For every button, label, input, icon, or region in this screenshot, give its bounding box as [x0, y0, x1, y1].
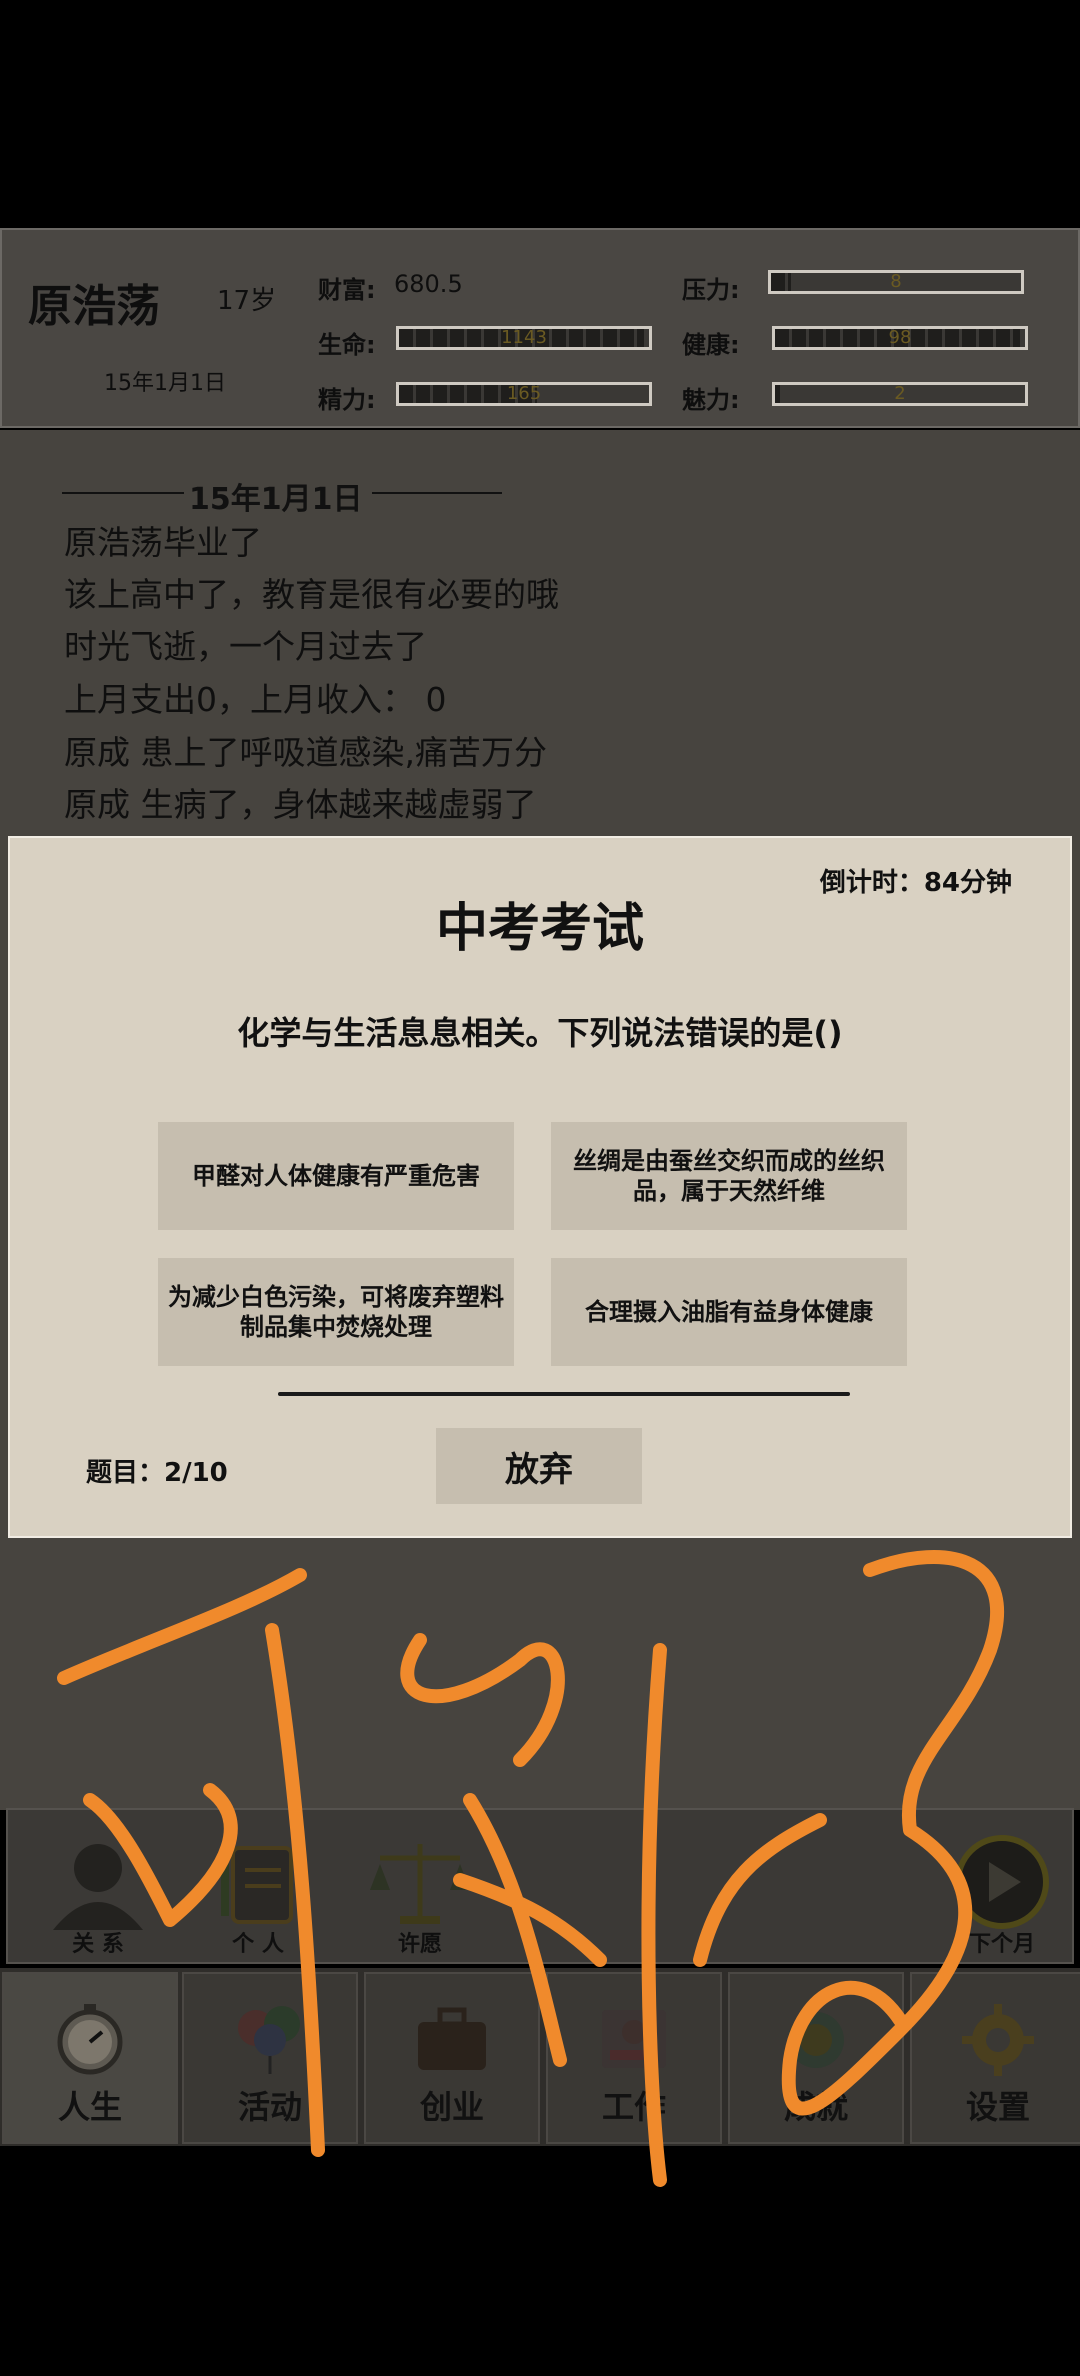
exam-title: 中考考试	[435, 899, 644, 959]
log-line: 原成 患上了呼吸道感染,痛苦万分	[64, 733, 547, 772]
nav-settings-label: 设置	[965, 2088, 1030, 2126]
log-line: 时光飞逝，一个月过去了	[64, 627, 427, 666]
stats-panel: 原浩荡 17岁 15年1月1日 财富: 680.5 生命: 1143 精力: 1…	[0, 228, 1080, 428]
stress-bar-value: 8	[890, 271, 902, 292]
answer-option-b[interactable]: 丝绸是由蚕丝交织而成的丝织品，属于天然纤维	[551, 1122, 907, 1230]
log-line: 上月支出0，上月收入： 0	[64, 680, 447, 719]
energy-label: 精力:	[318, 386, 376, 414]
exam-question: 化学与生活息息相关。下列说法错误的是()	[237, 1014, 843, 1052]
life-bar: 1143	[396, 326, 652, 350]
energy-bar-value: 165	[506, 383, 542, 404]
medal-icon	[788, 2012, 844, 2068]
wish-button[interactable]: 许愿	[360, 1834, 480, 1958]
nav-life-label: 人生	[57, 2088, 122, 2126]
stress-label: 压力:	[682, 276, 740, 304]
life-label: 生命:	[318, 331, 376, 359]
energy-bar: 165	[396, 382, 652, 406]
relations-button[interactable]: 关 系	[38, 1834, 158, 1958]
exam-dialog: 倒计时：84分钟 中考考试 化学与生活息息相关。下列说法错误的是() 甲醛对人体…	[8, 836, 1072, 1538]
health-label: 健康:	[682, 331, 740, 359]
divider	[278, 1392, 850, 1396]
game-date: 15年1月1日	[104, 371, 226, 396]
charm-bar: 2	[772, 382, 1028, 406]
player-name: 原浩荡	[28, 281, 160, 332]
bottom-nav: 人生 活动 创业 工作 成就 设置	[0, 1968, 1080, 2146]
notebook-icon	[221, 1846, 293, 1924]
question-counter: 题目：2/10	[86, 1458, 228, 1488]
nav-settings[interactable]: 设置	[910, 1972, 1080, 2144]
scales-icon	[370, 1844, 470, 1924]
nav-activity-label: 活动	[237, 2088, 302, 2126]
log-line: 该上高中了，教育是很有必要的哦	[64, 575, 559, 614]
answer-option-d[interactable]: 合理摄入油脂有益身体健康	[551, 1258, 907, 1366]
next-month-button[interactable]: 下个月	[942, 1834, 1062, 1958]
action-toolbar: 关 系 个 人 许愿 下个月	[6, 1808, 1074, 1964]
relations-label: 关 系	[72, 1932, 124, 1957]
stopwatch-icon	[57, 2004, 123, 2075]
log-date-text: 15年1月1日	[189, 482, 363, 517]
wealth-value: 680.5	[394, 270, 463, 298]
nav-work[interactable]: 工作	[546, 1972, 722, 2144]
wealth-label: 财富:	[318, 276, 376, 304]
health-bar: 98	[772, 326, 1028, 350]
personal-label: 个 人	[232, 1932, 284, 1957]
balloons-icon	[238, 2006, 300, 2074]
next-month-label: 下个月	[968, 1932, 1035, 1957]
answer-option-c[interactable]: 为减少白色污染，可将废弃塑料制品集中焚烧处理	[158, 1258, 514, 1366]
log-line: 原成 生病了，身体越来越虚弱了	[64, 785, 537, 824]
person-icon	[53, 1844, 143, 1930]
wish-label: 许愿	[397, 1932, 442, 1957]
answer-option-a[interactable]: 甲醛对人体健康有严重危害	[158, 1122, 514, 1230]
personal-button[interactable]: 个 人	[198, 1834, 318, 1958]
nav-achievement-label: 成就	[783, 2088, 848, 2126]
gear-icon	[962, 2004, 1034, 2076]
play-icon	[955, 1835, 1049, 1929]
life-bar-value: 1143	[501, 327, 547, 348]
log-line: 原浩荡毕业了	[64, 523, 262, 562]
charm-label: 魅力:	[682, 386, 740, 414]
nav-life[interactable]: 人生	[2, 1972, 178, 2144]
nav-achievement[interactable]: 成就	[728, 1972, 904, 2144]
id-card-icon	[602, 2010, 666, 2068]
health-bar-value: 98	[888, 327, 912, 348]
charm-bar-value: 2	[894, 383, 906, 404]
nav-business[interactable]: 创业	[364, 1972, 540, 2144]
briefcase-icon	[418, 2007, 486, 2070]
nav-work-label: 工作	[601, 2088, 666, 2126]
nav-business-label: 创业	[419, 2088, 484, 2126]
log-date-header: 15年1月1日	[62, 474, 502, 517]
player-age: 17岁	[217, 286, 277, 316]
give-up-button[interactable]: 放弃	[436, 1428, 642, 1504]
nav-activity[interactable]: 活动	[182, 1972, 358, 2144]
stress-bar: 8	[768, 270, 1024, 294]
